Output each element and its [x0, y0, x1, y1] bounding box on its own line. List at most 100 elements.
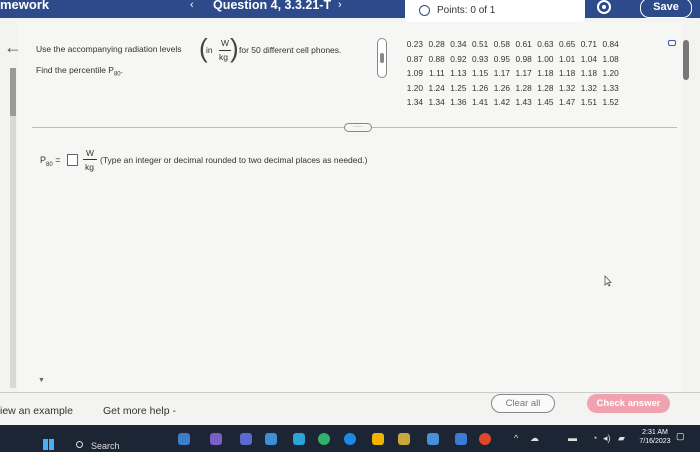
- table-cell: 1.18: [537, 68, 554, 79]
- table-cell: 1.17: [515, 68, 532, 79]
- table-cell: 1.45: [537, 97, 554, 108]
- table-cell: 0.34: [450, 39, 467, 50]
- office-icon[interactable]: [455, 433, 467, 445]
- table-cell: 1.51: [580, 97, 597, 108]
- table-row: 0.23 0.28 0.34 0.51 0.58 0.61 0.63 0.65 0.71 0.84: [404, 37, 622, 52]
- table-row: 1.09 1.11 1.13 1.15 1.17 1.17 1.18 1.18 1.18 1.20: [404, 66, 622, 81]
- answer-label: P80 =: [40, 155, 61, 168]
- next-question-button[interactable]: ›: [338, 0, 342, 11]
- question-prompt-end: for 50 different cell phones.: [239, 45, 342, 55]
- table-cell: 1.11: [429, 68, 445, 79]
- table-cell: 1.41: [472, 97, 489, 108]
- table-cell: 0.92: [450, 53, 467, 64]
- question-instruction: Find the percentile P80.: [36, 65, 124, 78]
- table-cell: 1.32: [559, 82, 576, 93]
- question-label[interactable]: Question 4, 3.3.21-T: [213, 0, 331, 12]
- mouse-cursor-icon: [604, 275, 612, 287]
- edge-icon[interactable]: [344, 433, 356, 445]
- copy-data-icon[interactable]: [668, 40, 676, 46]
- clock-date[interactable]: 7/16/2023: [636, 438, 674, 445]
- widgets-icon[interactable]: [178, 433, 190, 445]
- answer-unit-numerator: W: [86, 148, 95, 158]
- mail-icon[interactable]: [293, 433, 305, 445]
- table-cell: 1.04: [580, 53, 597, 64]
- teams-icon[interactable]: [210, 433, 222, 445]
- table-cell: 0.87: [406, 53, 423, 64]
- table-cell: 1.01: [559, 53, 576, 64]
- table-row: 1.20 1.24 1.25 1.26 1.26 1.28 1.28 1.32 1.32 1.33: [404, 81, 622, 96]
- left-scrollbar-thumb[interactable]: [10, 68, 16, 116]
- table-cell: 1.34: [406, 97, 423, 108]
- points-indicator: Points: 0 of 1: [405, 0, 585, 22]
- table-cell: 1.08: [602, 53, 619, 64]
- table-row: 0.87 0.88 0.92 0.93 0.95 0.98 1.00 1.01 1.04 1.08: [404, 52, 622, 67]
- clock-time[interactable]: 2:31 AM: [640, 429, 670, 436]
- previous-question-button[interactable]: ‹: [190, 0, 194, 11]
- table-cell: 0.28: [428, 39, 445, 50]
- table-cell: 1.34: [428, 97, 445, 108]
- app-icon[interactable]: [398, 433, 410, 445]
- get-more-help-link[interactable]: Get more help -: [103, 405, 176, 417]
- table-cell: 1.26: [493, 82, 510, 93]
- back-arrow-icon[interactable]: ←: [4, 38, 22, 56]
- task-view-icon[interactable]: [240, 433, 252, 445]
- table-cell: 1.52: [602, 97, 619, 108]
- wifi-icon[interactable]: ◔: [592, 433, 597, 443]
- table-cell: 1.17: [493, 68, 510, 79]
- question-prompt: Use the accompanying radiation levels: [36, 44, 182, 54]
- table-cell: 1.09: [406, 68, 423, 79]
- radiation-data-table: 0.23 0.28 0.34 0.51 0.58 0.61 0.63 0.65 0.71 0.84…: [404, 37, 622, 110]
- progress-circle-icon: [419, 5, 430, 16]
- onedrive-icon[interactable]: ☁: [530, 433, 539, 444]
- table-cell: 0.65: [559, 39, 576, 50]
- photos-icon[interactable]: [479, 433, 491, 445]
- answer-unit-denominator: kg: [85, 162, 94, 172]
- view-example-link[interactable]: iew an example: [0, 405, 73, 417]
- search-icon[interactable]: [76, 441, 83, 448]
- units-in: in: [206, 45, 213, 55]
- network-icon[interactable]: ▬: [568, 433, 577, 443]
- left-scrollbar-track[interactable]: [10, 68, 16, 388]
- table-cell: 1.28: [515, 82, 532, 93]
- table-cell: 1.18: [580, 68, 597, 79]
- notification-icon[interactable]: ▢: [676, 431, 685, 442]
- table-cell: 0.63: [537, 39, 554, 50]
- taskbar-search-label[interactable]: Search: [91, 441, 120, 451]
- units-denominator: kg: [219, 52, 228, 62]
- table-cell: 1.26: [472, 82, 489, 93]
- chrome-icon[interactable]: [318, 433, 330, 445]
- scroll-down-icon[interactable]: ▼: [38, 377, 45, 384]
- table-cell: 0.88: [428, 53, 445, 64]
- answer-input[interactable]: [67, 154, 78, 166]
- table-cell: 1.36: [450, 97, 467, 108]
- data-panel-scroll-handle[interactable]: [377, 38, 387, 78]
- units-numerator: W: [221, 38, 230, 48]
- gear-icon[interactable]: [597, 0, 611, 14]
- table-cell: 1.42: [493, 97, 510, 108]
- file-explorer-icon[interactable]: [372, 433, 384, 445]
- table-cell: 1.20: [406, 82, 423, 93]
- calculator-icon[interactable]: [265, 433, 277, 445]
- table-cell: 1.13: [450, 68, 467, 79]
- table-cell: 0.95: [493, 53, 510, 64]
- table-cell: 0.93: [472, 53, 489, 64]
- volume-icon[interactable]: ◂): [603, 433, 611, 444]
- windows-start-icon[interactable]: [43, 439, 54, 450]
- divider-drag-handle[interactable]: ·····: [344, 123, 372, 132]
- table-cell: 1.33: [602, 82, 619, 93]
- points-text: Points: 0 of 1: [437, 5, 496, 16]
- chevron-up-icon[interactable]: ^: [514, 433, 518, 443]
- battery-icon[interactable]: ▰: [618, 433, 625, 444]
- clear-all-button[interactable]: Clear all: [491, 394, 555, 413]
- table-cell: 1.15: [472, 68, 489, 79]
- table-cell: 1.28: [537, 82, 554, 93]
- table-cell: 0.84: [602, 39, 619, 50]
- table-cell: 1.43: [515, 97, 532, 108]
- right-scrollbar-thumb[interactable]: [683, 40, 689, 80]
- table-cell: 1.00: [537, 53, 554, 64]
- course-title: mework: [0, 0, 50, 12]
- store-icon[interactable]: [427, 433, 439, 445]
- save-button[interactable]: Save: [640, 0, 692, 18]
- check-answer-button[interactable]: Check answer: [587, 394, 670, 413]
- table-cell: 1.25: [450, 82, 467, 93]
